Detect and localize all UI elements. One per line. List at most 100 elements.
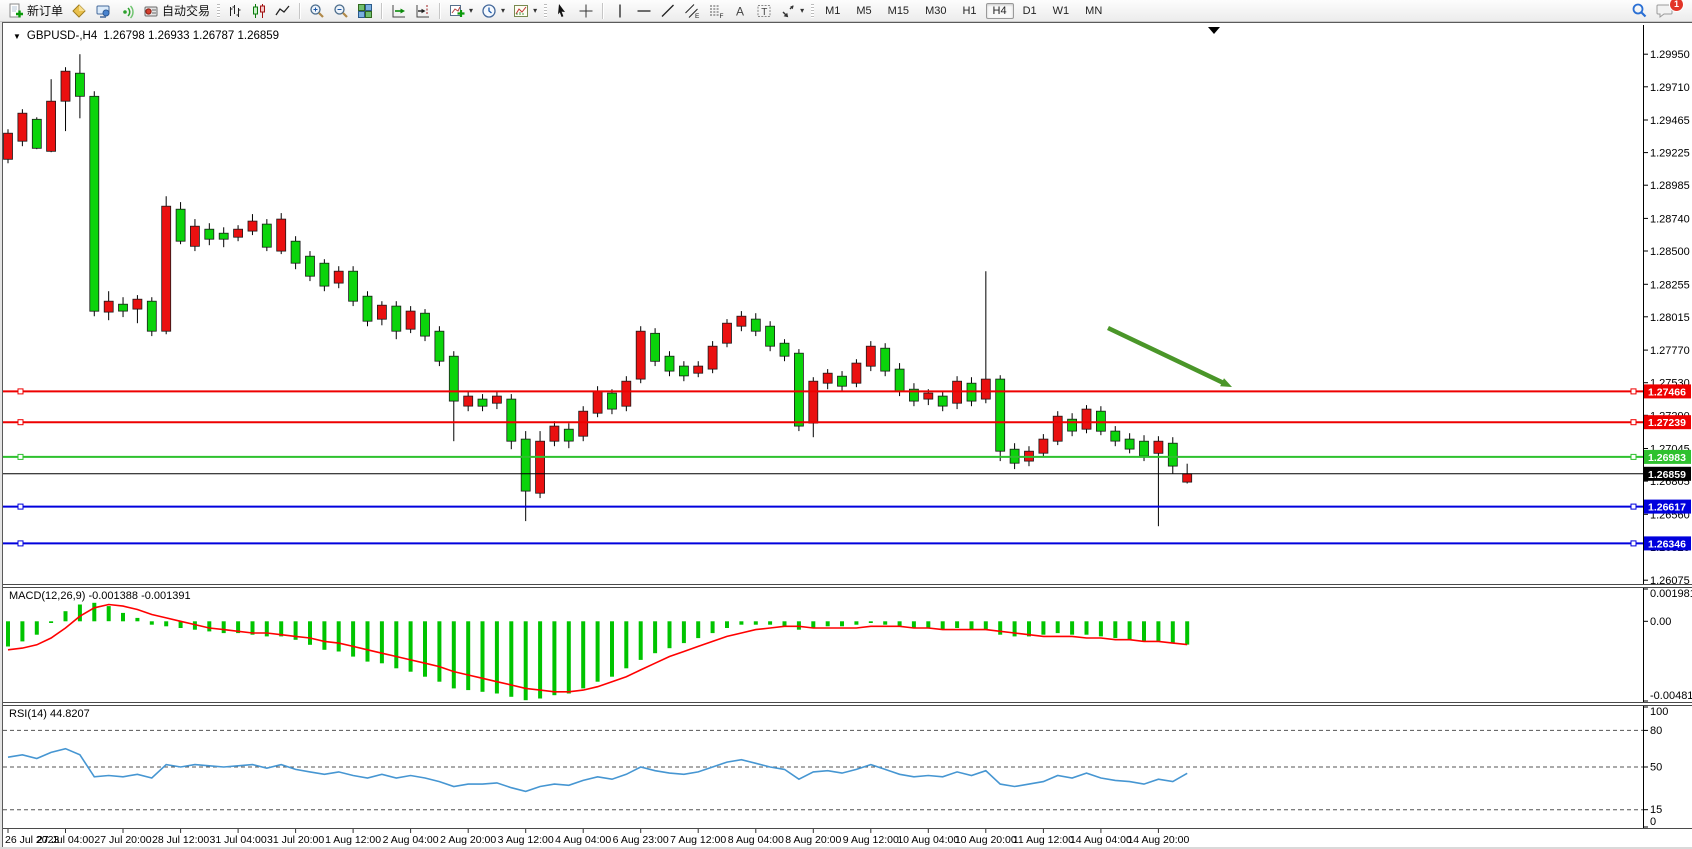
bull-candle	[579, 411, 588, 436]
bull-candle	[723, 323, 732, 343]
bear-candle	[895, 369, 904, 391]
rsi-label: RSI(14) 44.8207	[9, 708, 90, 720]
macd-axis[interactable]: 0.0019810.00-0.00481	[1643, 588, 1692, 702]
price-tick-label: 1.27770	[1650, 345, 1690, 357]
price-panel: ▼ GBPUSD-,H4 1.26798 1.26933 1.26787 1.2…	[3, 25, 1692, 584]
line-anchor-handle[interactable]	[1631, 504, 1636, 509]
line-anchor-handle[interactable]	[18, 389, 23, 394]
bull-candle	[406, 311, 415, 329]
vertical-line-tool-button[interactable]	[608, 0, 632, 22]
time-axis[interactable]: 26 Jul 202327 Jul 04:0027 Jul 20:0028 Ju…	[3, 828, 1692, 848]
time-tick-label: 4 Aug 04:00	[555, 834, 611, 846]
price-tick-label: 1.29225	[1650, 148, 1690, 160]
horizontal-line-object[interactable]	[3, 389, 1643, 394]
macd-plot[interactable]: MACD(12,26,9) -0.001388 -0.001391	[3, 588, 1643, 702]
chat-button[interactable]: 1	[1652, 0, 1678, 22]
candlestick-canvas[interactable]	[3, 25, 1643, 584]
rsi-axis[interactable]: 1008050150	[1643, 706, 1692, 828]
periods-button[interactable]: ▾	[477, 0, 509, 22]
timeframe-h1[interactable]: H1	[955, 3, 983, 19]
rsi-canvas[interactable]	[3, 706, 1643, 828]
signals-button[interactable]	[115, 0, 139, 22]
price-plot[interactable]: ▼ GBPUSD-,H4 1.26798 1.26933 1.26787 1.2…	[3, 25, 1643, 584]
strategy-tester-icon	[95, 3, 111, 19]
text-label-tool-button[interactable]: T	[752, 0, 776, 22]
trend-arrow-object[interactable]	[1108, 328, 1232, 387]
line-anchor-handle[interactable]	[18, 454, 23, 459]
line-anchor-handle[interactable]	[18, 541, 23, 546]
bar-chart-button[interactable]	[223, 0, 247, 22]
price-badge: 1.26617	[1644, 500, 1691, 514]
horizontal-line-object[interactable]	[3, 504, 1643, 509]
zoom-out-button[interactable]	[329, 0, 353, 22]
trendline-tool-button[interactable]	[656, 0, 680, 22]
rsi-plot[interactable]: RSI(14) 44.8207	[3, 706, 1643, 828]
line-chart-button[interactable]	[271, 0, 295, 22]
equidistant-channel-icon: E	[684, 3, 700, 19]
bear-candle	[349, 271, 358, 301]
bear-candle	[881, 348, 890, 371]
bear-candle	[651, 333, 660, 361]
toolbar-separator	[381, 3, 383, 19]
fibonacci-tool-button[interactable]: F	[704, 0, 728, 22]
channel-tool-button[interactable]: E	[680, 0, 704, 22]
macd-canvas[interactable]	[3, 588, 1643, 702]
price-badge: 1.27239	[1644, 415, 1691, 429]
line-anchor-handle[interactable]	[1631, 420, 1636, 425]
horizontal-line-tool-button[interactable]	[632, 0, 656, 22]
auto-scroll-button[interactable]	[387, 0, 411, 22]
market-depth-icon	[71, 3, 87, 19]
timeframe-m15[interactable]: M15	[881, 3, 916, 19]
scroll-end-marker-icon[interactable]	[1208, 27, 1220, 34]
timeframe-d1[interactable]: D1	[1016, 3, 1044, 19]
price-axis[interactable]: 1.299501.297101.294651.292251.289851.287…	[1643, 25, 1692, 584]
text-tool-button[interactable]: A	[728, 0, 752, 22]
templates-button[interactable]: ▾	[509, 0, 541, 22]
macd-label: MACD(12,26,9) -0.001388 -0.001391	[9, 590, 191, 602]
time-tick-label: 27 Jul 04:00	[37, 834, 94, 846]
line-anchor-handle[interactable]	[18, 504, 23, 509]
svg-text:1.26859: 1.26859	[1648, 469, 1686, 481]
timeframe-m30[interactable]: M30	[918, 3, 953, 19]
line-anchor-handle[interactable]	[1631, 454, 1636, 459]
candlestick-chart-button[interactable]	[247, 0, 271, 22]
timeframe-h4[interactable]: H4	[986, 3, 1014, 19]
crosshair-tool-button[interactable]	[574, 0, 598, 22]
time-tick-label: 14 Aug 04:00	[1070, 834, 1132, 846]
price-tick-label: 1.28255	[1650, 279, 1690, 291]
zoom-in-button[interactable]	[305, 0, 329, 22]
timeframe-w1[interactable]: W1	[1046, 3, 1077, 19]
bear-candle	[507, 399, 516, 441]
chart-symbol-period: GBPUSD-,H4	[27, 30, 97, 42]
bear-candle	[32, 119, 41, 148]
chart-ohlc-values: 1.26798 1.26933 1.26787 1.26859	[103, 30, 279, 42]
line-anchor-handle[interactable]	[1631, 541, 1636, 546]
line-anchor-handle[interactable]	[18, 420, 23, 425]
horizontal-line-object[interactable]	[3, 454, 1643, 459]
bull-candle	[248, 221, 257, 231]
svg-text:A: A	[736, 4, 744, 18]
chart-menu-icon[interactable]: ▼	[13, 32, 21, 41]
horizontal-line-object[interactable]	[3, 420, 1643, 425]
indicators-button[interactable]: ▾	[445, 0, 477, 22]
bull-candle	[1183, 474, 1192, 482]
horizontal-line-object[interactable]	[3, 541, 1643, 546]
candlesticks	[4, 54, 1192, 526]
price-badge: 1.27466	[1644, 384, 1691, 398]
bear-candle	[75, 73, 84, 96]
arrows-tool-button[interactable]: ▾	[776, 0, 808, 22]
line-anchor-handle[interactable]	[1631, 389, 1636, 394]
tile-windows-button[interactable]	[353, 0, 377, 22]
strategy-tester-button[interactable]	[91, 0, 115, 22]
timeframe-mn[interactable]: MN	[1078, 3, 1109, 19]
search-button[interactable]	[1627, 0, 1652, 22]
chart-shift-button[interactable]	[411, 0, 435, 22]
market-depth-button[interactable]	[67, 0, 91, 22]
bear-candle	[291, 241, 300, 263]
timeframe-m1[interactable]: M1	[818, 3, 847, 19]
auto-trading-button[interactable]: 自动交易	[139, 0, 214, 22]
timeframe-m5[interactable]: M5	[849, 3, 878, 19]
cursor-tool-button[interactable]	[550, 0, 574, 22]
new-order-button[interactable]: 新订单	[4, 0, 67, 22]
svg-text:F: F	[720, 13, 724, 19]
